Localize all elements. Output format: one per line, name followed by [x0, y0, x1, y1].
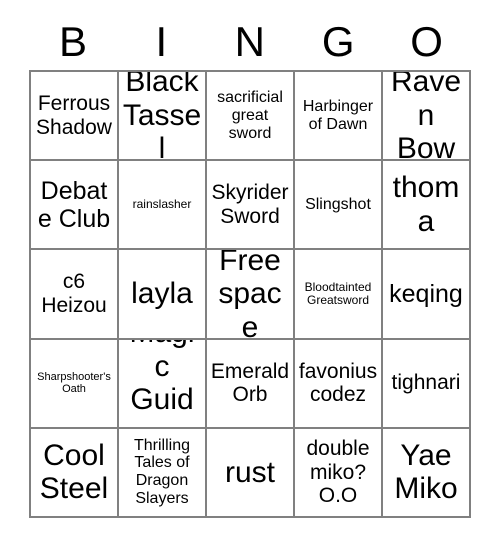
bingo-cell-label: Sharpshooter's Oath: [37, 370, 111, 396]
bingo-header-letter-n: N: [234, 18, 266, 65]
bingo-cell[interactable]: Magic Guide: [119, 339, 207, 429]
bingo-cell[interactable]: Bloodtainted Greatsword: [295, 250, 383, 340]
bingo-cell-label: keqing: [389, 279, 463, 308]
bingo-header-letter-g: G: [321, 18, 355, 65]
bingo-header-letter-o: O: [410, 18, 444, 65]
bingo-header-letter-b: B: [58, 18, 88, 65]
bingo-cell[interactable]: Black Tassel: [119, 72, 207, 162]
bingo-cell-label: thoma: [392, 171, 460, 238]
bingo-grid: Ferrous Shadow Black Tassel sacrificial …: [29, 70, 471, 518]
bingo-cell-label: Yae Miko: [394, 438, 458, 506]
bingo-cell[interactable]: Raven Bow: [383, 72, 471, 162]
bingo-cell[interactable]: tighnari: [383, 339, 471, 429]
bingo-cell-label: c6 Heizou: [41, 270, 107, 317]
bingo-cell[interactable]: Sharpshooter's Oath: [31, 339, 119, 429]
bingo-cell-label: sacrificial great sword: [217, 88, 283, 142]
bingo-cell[interactable]: Skyrider Sword: [207, 161, 295, 251]
bingo-cell-label: Magic Guide: [129, 340, 194, 427]
bingo-cell-label: double miko? O.O: [306, 437, 370, 508]
bingo-cell-label: Debate Club: [37, 176, 111, 233]
bingo-cell-label: Black Tassel: [122, 72, 202, 162]
bingo-cell[interactable]: favonius codez: [295, 339, 383, 429]
bingo-cell[interactable]: Debate Club: [31, 161, 119, 251]
bingo-cell-label: Harbinger of Dawn: [302, 97, 374, 133]
bingo-cell[interactable]: Harbinger of Dawn: [295, 72, 383, 162]
bingo-cell-label: rust: [224, 455, 275, 489]
bingo-cell-label: Bloodtainted Greatsword: [304, 279, 372, 307]
bingo-cell-label: tighnari: [391, 371, 461, 395]
bingo-cell[interactable]: Thrilling Tales of Dragon Slayers: [119, 428, 207, 518]
bingo-cell[interactable]: rust: [207, 428, 295, 518]
bingo-cell[interactable]: Cool Steel: [31, 428, 119, 518]
bingo-cell-label: Ferrous Shadow: [36, 92, 112, 139]
bingo-cell[interactable]: double miko? O.O: [295, 428, 383, 518]
bingo-cell-label: Skyrider Sword: [211, 181, 289, 228]
bingo-header: B I N G O: [29, 14, 471, 70]
bingo-cell[interactable]: Emerald Orb: [207, 339, 295, 429]
bingo-cell[interactable]: Yae Miko: [383, 428, 471, 518]
bingo-cell[interactable]: c6 Heizou: [31, 250, 119, 340]
bingo-cell-label: Emerald Orb: [210, 359, 290, 407]
bingo-cell-label: Free space: [218, 250, 282, 340]
bingo-cell[interactable]: Slingshot: [295, 161, 383, 251]
bingo-cell-label: Cool Steel: [39, 438, 109, 506]
bingo-card: B I N G O Ferrous Shadow Black Tassel sa…: [0, 0, 500, 544]
bingo-header-letter-i: I: [155, 18, 168, 65]
bingo-cell[interactable]: Ferrous Shadow: [31, 72, 119, 162]
bingo-cell[interactable]: thoma: [383, 161, 471, 251]
bingo-cell-label: rainslasher: [132, 197, 192, 212]
bingo-cell-label: Thrilling Tales of Dragon Slayers: [133, 436, 190, 508]
bingo-cell[interactable]: rainslasher: [119, 161, 207, 251]
bingo-cell[interactable]: layla: [119, 250, 207, 340]
bingo-cell[interactable]: sacrificial great sword: [207, 72, 295, 162]
bingo-cell-label: Slingshot: [305, 195, 371, 213]
bingo-cell[interactable]: keqing: [383, 250, 471, 340]
bingo-cell-label: favonius codez: [298, 359, 378, 407]
bingo-cell-free-space[interactable]: Free space: [207, 250, 295, 340]
bingo-cell-label: Raven Bow: [390, 72, 462, 162]
bingo-cell-label: layla: [131, 277, 193, 311]
